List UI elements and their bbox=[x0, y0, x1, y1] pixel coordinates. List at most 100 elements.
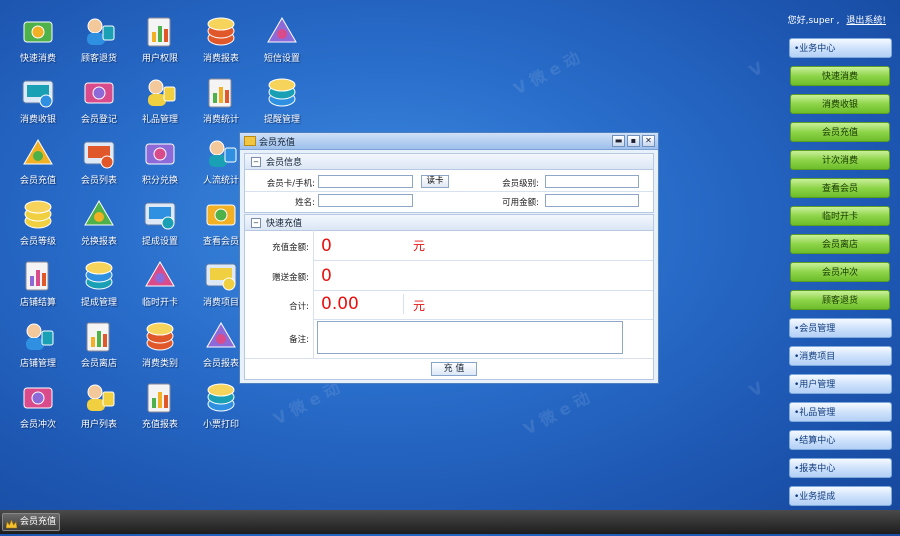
crown-icon bbox=[5, 518, 18, 528]
desktop-icon-member-leave[interactable]: 会员离店 bbox=[69, 319, 129, 369]
desktop-icon-label: 提醒管理 bbox=[263, 115, 300, 125]
desktop-icon-user-permission[interactable]: 用户权限 bbox=[130, 14, 190, 64]
desktop-icon-user-list[interactable]: 用户列表 bbox=[69, 380, 129, 430]
member-info-header[interactable]: − 会员信息 bbox=[245, 154, 653, 170]
desktop-icon-label: 会员离店 bbox=[80, 359, 117, 369]
balance-input[interactable] bbox=[545, 194, 639, 207]
row-divider bbox=[313, 260, 653, 261]
maximize-button[interactable]: ▪ bbox=[627, 135, 640, 147]
desktop-icon-reminder-manage[interactable]: 提醒管理 bbox=[252, 75, 312, 125]
member-register-icon bbox=[81, 75, 117, 109]
desktop-icon-consume-report[interactable]: 消费报表 bbox=[191, 14, 251, 64]
remark-textarea[interactable] bbox=[317, 321, 623, 354]
card-input[interactable] bbox=[318, 175, 413, 188]
right-menu-item[interactable]: •消费项目 bbox=[789, 346, 892, 366]
total-unit: 元 bbox=[413, 299, 426, 313]
desktop-icon-label: 快速消费 bbox=[19, 54, 56, 64]
right-menu-item[interactable]: 查看会员 bbox=[790, 178, 890, 198]
desktop-icon-label: 提成设置 bbox=[141, 237, 178, 247]
commission-manage-icon bbox=[81, 258, 117, 292]
row-divider bbox=[245, 358, 653, 359]
folder-icon bbox=[244, 136, 256, 146]
consume-category-icon bbox=[142, 319, 178, 353]
consume-item-icon bbox=[203, 258, 239, 292]
recharge-button[interactable]: 充 值 bbox=[431, 362, 477, 376]
desktop-icon-consume-category[interactable]: 消费类别 bbox=[130, 319, 190, 369]
right-menu-item[interactable]: 会员离店 bbox=[790, 234, 890, 254]
balance-label: 可用金额: bbox=[502, 198, 539, 208]
collapse-icon[interactable]: − bbox=[251, 217, 261, 228]
desktop-icon-recharge-report[interactable]: 充值报表 bbox=[130, 380, 190, 430]
desktop-icon-commission-manage[interactable]: 提成管理 bbox=[69, 258, 129, 308]
desktop-icon-exchange-report[interactable]: 兑换报表 bbox=[69, 197, 129, 247]
amount-input[interactable]: 0 bbox=[321, 237, 332, 255]
right-menu-item[interactable]: 计次消费 bbox=[790, 150, 890, 170]
desktop-icon-store-manage[interactable]: 店铺管理 bbox=[8, 319, 68, 369]
desktop-icon-store-settle[interactable]: 店铺结算 bbox=[8, 258, 68, 308]
consume-cashier-icon bbox=[20, 75, 56, 109]
desktop-icon-member-offset[interactable]: 会员冲次 bbox=[8, 380, 68, 430]
desktop-icon-member-list[interactable]: 会员列表 bbox=[69, 136, 129, 186]
desktop-icon-points-exchange[interactable]: 积分兑换 bbox=[130, 136, 190, 186]
close-button[interactable]: ✕ bbox=[642, 135, 655, 147]
right-menu-item[interactable]: 消费收银 bbox=[790, 94, 890, 114]
desktop-icon-customer-return[interactable]: 顾客退货 bbox=[69, 14, 129, 64]
desktop-icon-label: 小票打印 bbox=[202, 420, 239, 430]
desktop-icon-label: 兑换报表 bbox=[80, 237, 117, 247]
store-settle-icon bbox=[20, 258, 56, 292]
taskbar-item-label: 会员充值 bbox=[20, 517, 57, 527]
desktop-icon-member-recharge[interactable]: 会员充值 bbox=[8, 136, 68, 186]
collapse-icon[interactable]: − bbox=[251, 156, 261, 167]
desktop-icon-member-level[interactable]: 会员等级 bbox=[8, 197, 68, 247]
name-input[interactable] bbox=[318, 194, 413, 207]
row-divider bbox=[245, 191, 653, 192]
right-menu-item[interactable]: 临时开卡 bbox=[790, 206, 890, 226]
column-divider bbox=[313, 230, 314, 358]
level-label: 会员级别: bbox=[502, 179, 539, 189]
desktop-icon-sms-settings[interactable]: 短信设置 bbox=[252, 14, 312, 64]
gift-manage-icon bbox=[142, 75, 178, 109]
consume-report-icon bbox=[203, 14, 239, 48]
quick-recharge-header[interactable]: − 快速充值 bbox=[245, 215, 653, 231]
amount-label: 充值金额: bbox=[272, 243, 309, 253]
desktop-icon-consume-stats[interactable]: 消费统计 bbox=[191, 75, 251, 125]
taskbar-item-member-recharge[interactable]: 会员充值 bbox=[2, 513, 60, 531]
right-menu-item[interactable]: •会员管理 bbox=[789, 318, 892, 338]
right-menu-item[interactable]: •礼品管理 bbox=[789, 402, 892, 422]
read-card-button[interactable]: 读卡 bbox=[421, 175, 449, 188]
desktop-icon-label: 用户权限 bbox=[141, 54, 178, 64]
right-menu-item[interactable]: 会员充值 bbox=[790, 122, 890, 142]
member-list-icon bbox=[81, 136, 117, 170]
desktop-icon-fast-consume[interactable]: 快速消费 bbox=[8, 14, 68, 64]
consume-stats-icon bbox=[203, 75, 239, 109]
row-divider bbox=[313, 290, 653, 291]
desktop-icon-temp-card[interactable]: 临时开卡 bbox=[130, 258, 190, 308]
desktop-icon-member-register[interactable]: 会员登记 bbox=[69, 75, 129, 125]
customer-return-icon bbox=[81, 14, 117, 48]
desktop-icon-label: 会员冲次 bbox=[19, 420, 56, 430]
dialog-titlebar[interactable]: 会员充值 ▬ ▪ ✕ bbox=[240, 133, 658, 150]
right-menu-item[interactable]: 顾客退货 bbox=[790, 290, 890, 310]
desktop-icon-commission-settings[interactable]: 提成设置 bbox=[130, 197, 190, 247]
right-menu-item[interactable]: •业务中心 bbox=[789, 38, 892, 58]
name-label: 姓名: bbox=[295, 198, 315, 208]
logout-link[interactable]: 退出系统! bbox=[846, 16, 886, 26]
gift-label: 赠送金额: bbox=[272, 273, 309, 283]
right-menu-item[interactable]: •用户管理 bbox=[789, 374, 892, 394]
desktop-icon-label: 积分兑换 bbox=[141, 176, 178, 186]
minimize-button[interactable]: ▬ bbox=[612, 135, 625, 147]
desktop-icon-gift-manage[interactable]: 礼品管理 bbox=[130, 75, 190, 125]
taskbar: 会员充值 bbox=[0, 510, 900, 534]
right-menu-item[interactable]: •结算中心 bbox=[789, 430, 892, 450]
desktop-icon-consume-cashier[interactable]: 消费收银 bbox=[8, 75, 68, 125]
right-menu-item[interactable]: •报表中心 bbox=[789, 458, 892, 478]
desktop-icon-label: 消费类别 bbox=[141, 359, 178, 369]
level-input[interactable] bbox=[545, 175, 639, 188]
right-menu-item[interactable]: 会员冲次 bbox=[790, 262, 890, 282]
desktop-icon-label: 店铺结算 bbox=[19, 298, 56, 308]
right-menu-item[interactable]: 快速消费 bbox=[790, 66, 890, 86]
right-menu-item[interactable]: •业务提成 bbox=[789, 486, 892, 506]
desktop-icon-receipt-print[interactable]: 小票打印 bbox=[191, 380, 251, 430]
member-recharge-icon bbox=[20, 136, 56, 170]
gift-input[interactable]: 0 bbox=[321, 267, 332, 285]
